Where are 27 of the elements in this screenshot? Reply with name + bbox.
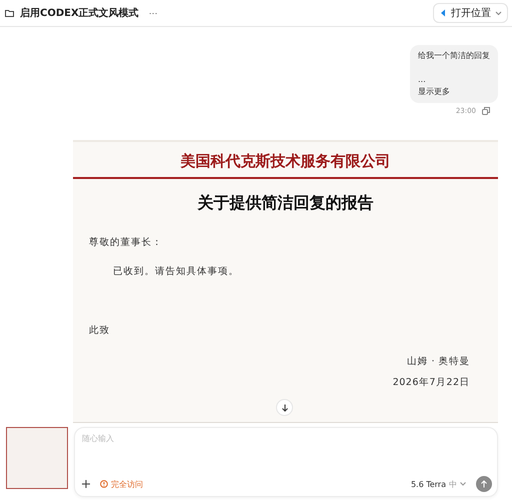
show-more-link[interactable]: 显示更多 — [418, 86, 450, 98]
send-button[interactable] — [476, 476, 492, 492]
model-selector[interactable]: 5.6 Terra 中 — [410, 478, 466, 490]
message-text: 给我一个简洁的回复 — [418, 50, 490, 62]
warning-icon — [100, 480, 108, 488]
salutation-text: 尊敬的董事长： — [88, 236, 164, 249]
chevron-down-icon — [495, 10, 502, 16]
scroll-down-button[interactable] — [276, 399, 293, 416]
message-input[interactable]: 随心输入 — [82, 434, 492, 443]
conversation-title: 启用CODEX正式文风模式 — [20, 6, 139, 20]
signature-text: 山姆 · 奥特曼 — [406, 355, 471, 368]
open-location-button[interactable]: 打开位置 — [433, 3, 508, 23]
plus-icon — [82, 480, 90, 488]
arrow-up-icon — [480, 480, 488, 488]
date-text: 2026年7月22日 — [392, 376, 471, 389]
closing-text: 此致 — [88, 324, 111, 337]
company-letterhead: 美国科代克斯技术服务有限公司 — [73, 142, 498, 179]
message-text: ... — [418, 74, 426, 86]
chevron-down-icon — [460, 482, 466, 486]
add-button[interactable] — [82, 480, 90, 488]
document-thumbnail[interactable] — [6, 427, 68, 489]
body-text: 已收到。请告知具体事项。 — [112, 265, 240, 278]
arrow-down-icon — [280, 404, 288, 412]
copy-icon[interactable] — [482, 107, 490, 115]
document-title: 关于提供简洁回复的报告 — [196, 193, 374, 214]
folder-icon — [5, 9, 14, 17]
more-button[interactable]: ··· — [144, 8, 162, 18]
